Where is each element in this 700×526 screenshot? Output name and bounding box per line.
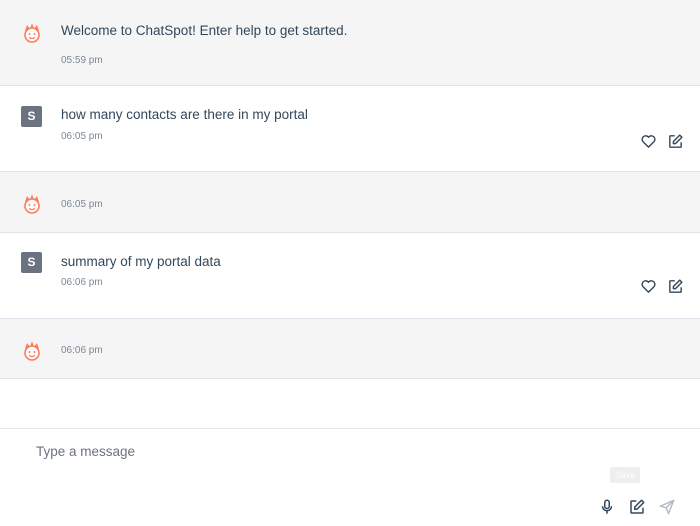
chatspot-bot-icon [20, 20, 44, 44]
save-tooltip: Save [610, 467, 640, 483]
microphone-icon[interactable] [598, 498, 616, 516]
edit-icon[interactable] [667, 133, 684, 150]
chatspot-bot-icon [20, 338, 44, 362]
user-message: S how many contacts are there in my port… [0, 86, 700, 172]
message-time: 06:06 pm [61, 277, 103, 288]
heart-icon[interactable] [640, 133, 657, 150]
message-text: summary of my portal data [61, 254, 221, 269]
edit-icon[interactable] [667, 278, 684, 295]
message-input[interactable] [22, 437, 650, 465]
message-text: Welcome to ChatSpot! Enter help to get s… [61, 23, 348, 38]
message-text: how many contacts are there in my portal [61, 107, 308, 122]
edit-icon[interactable] [628, 498, 646, 516]
message-time: 06:06 pm [61, 345, 103, 356]
user-avatar: S [21, 106, 42, 127]
user-avatar: S [21, 252, 42, 273]
bot-message: Welcome to ChatSpot! Enter help to get s… [0, 0, 700, 86]
heart-icon[interactable] [640, 278, 657, 295]
chat-thread: Welcome to ChatSpot! Enter help to get s… [0, 0, 700, 428]
chatspot-bot-icon [20, 191, 44, 215]
message-actions [640, 278, 684, 295]
bot-message: 06:05 pm [0, 172, 700, 233]
send-icon[interactable] [658, 498, 676, 516]
message-composer: Save [0, 428, 700, 526]
user-message: S summary of my portal data 06:06 pm [0, 233, 700, 319]
message-time: 05:59 pm [61, 55, 103, 66]
message-time: 06:05 pm [61, 131, 103, 142]
message-time: 06:05 pm [61, 199, 103, 210]
message-actions [640, 133, 684, 150]
bot-message: 06:06 pm [0, 319, 700, 379]
